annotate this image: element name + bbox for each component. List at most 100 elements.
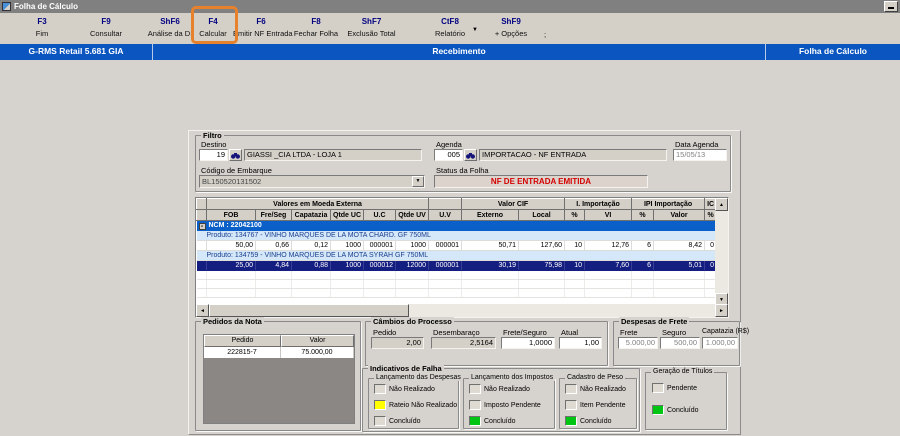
grid-group-header-row: Valores em Moeda Externa Valor CIF I. Im…: [196, 198, 718, 210]
empty-row: [196, 279, 718, 289]
indicator-box: [469, 384, 481, 394]
indicativos-groupbox: Indicativos de Falha Lançamento das Desp…: [362, 364, 640, 432]
geracao-titulos-groupbox: Geração de Títulos Pendente Concluído: [645, 368, 727, 430]
toolbar-button-fim[interactable]: F3 Fim: [10, 17, 74, 38]
workspace: Filtro Destino 19 GIASSI _CIA LTDA - LOJ…: [0, 60, 900, 436]
col-externo[interactable]: Externo: [461, 209, 520, 221]
frete-label: Frete: [620, 328, 638, 337]
indicator-box-green: [469, 416, 481, 426]
scrollbar-thumb[interactable]: [209, 304, 409, 317]
toolbar-button-calcular[interactable]: F4 Calcular: [191, 17, 235, 38]
ncm-label: NCM : 22042100: [208, 221, 262, 229]
screen-label: Folha de Cálculo: [798, 46, 867, 56]
collapse-icon[interactable]: [198, 222, 206, 230]
binoculars-icon: [466, 152, 475, 159]
toolbar-button-relatorio[interactable]: CtF8 Relatório: [424, 17, 476, 38]
col-uv[interactable]: U.V: [428, 209, 463, 221]
seguro-label: Seguro: [662, 328, 687, 337]
group-header-blank: [428, 198, 463, 210]
scroll-up-icon[interactable]: ▲: [715, 198, 728, 211]
col-capatazia[interactable]: Capatazia: [291, 209, 331, 221]
toolbar: F3 Fim F9 Consultar ShF6 Análise da DI F…: [0, 13, 900, 44]
minimize-button[interactable]: [884, 1, 898, 12]
col-freseg[interactable]: Fre/Seg: [255, 209, 292, 221]
app-icon: [2, 2, 11, 11]
toolbar-button-fechar-folha[interactable]: F8 Fechar Folha: [291, 17, 341, 38]
cambios-legend: Câmbios do Processo: [371, 317, 454, 326]
col-valor-ipi[interactable]: Valor: [653, 209, 706, 221]
indicator-nao-realizado: Não Realizado: [565, 384, 626, 394]
col-pct-ii[interactable]: %: [564, 209, 586, 221]
items-grid: Valores em Moeda Externa Valor CIF I. Im…: [195, 197, 729, 318]
col-qtde-uc[interactable]: Qtde UC: [330, 209, 364, 221]
ncm-group-row[interactable]: NCM : 22042100: [196, 220, 717, 231]
cambio-atual-field[interactable]: 1,00: [559, 337, 602, 349]
group-header-valor-cif: Valor CIF: [461, 198, 566, 210]
toolbar-button-exclusao-total[interactable]: ShF7 Exclusão Total: [344, 17, 399, 38]
destino-code-input[interactable]: 19: [199, 149, 228, 161]
list-item[interactable]: 222815-7 75.000,00: [204, 347, 354, 358]
pedidos-groupbox: Pedidos da Nota Pedido Valor 222815-7 75…: [195, 317, 361, 431]
frete-field[interactable]: 5.000,00: [618, 337, 658, 349]
group-header-i-importacao: I. Importação: [564, 198, 633, 210]
filtro-legend: Filtro: [201, 131, 224, 140]
toolbar-button-consultar[interactable]: F9 Consultar: [74, 17, 138, 38]
empty-row: [196, 270, 718, 280]
data-agenda-field[interactable]: 15/05/13: [673, 149, 727, 161]
product-header-row[interactable]: Produto: 134767 - VINHO MARQUES DE LA MO…: [196, 230, 717, 241]
scroll-right-icon[interactable]: ►: [715, 304, 728, 317]
indicator-imposto-pendente: Imposto Pendente: [469, 400, 541, 410]
col-pct-ipi[interactable]: %: [631, 209, 655, 221]
content-panel: Filtro Destino 19 GIASSI _CIA LTDA - LOJ…: [188, 130, 749, 435]
indicator-concluido: Concluído: [565, 416, 612, 426]
chevron-down-icon[interactable]: ▼: [412, 176, 424, 187]
pedidos-col-pedido[interactable]: Pedido: [204, 335, 281, 347]
indicator-box: [374, 384, 386, 394]
window-title: Folha de Cálculo: [14, 2, 79, 11]
scroll-left-icon[interactable]: ◄: [196, 304, 209, 317]
filtro-groupbox: Filtro Destino 19 GIASSI _CIA LTDA - LOJ…: [195, 131, 731, 192]
agenda-code-input[interactable]: 005: [434, 149, 463, 161]
cambio-desembaraco-label: Desembaraço: [433, 328, 480, 337]
app-version-label: G-RMS Retail 5.681 GIA: [0, 44, 153, 60]
cambio-frete-seguro-field[interactable]: 1,0000: [501, 337, 555, 349]
indicator-box: [652, 383, 664, 393]
indicator-box: [565, 400, 577, 410]
col-local[interactable]: Local: [518, 209, 566, 221]
destino-lookup-button[interactable]: [229, 149, 242, 161]
status-folha-badge: NF DE ENTRADA EMITIDA: [434, 175, 648, 188]
agenda-name-field: IMPORTACAO - NF ENTRADA: [479, 149, 667, 161]
pedidos-col-valor[interactable]: Valor: [281, 335, 354, 347]
indicator-box: [469, 400, 481, 410]
pedidos-table: Pedido Valor 222815-7 75.000,00: [203, 334, 355, 424]
codigo-embarque-combobox[interactable]: BL150520131502 ▼: [199, 175, 425, 188]
capatazia-label: Capatazia (R$): [702, 328, 750, 335]
horizontal-scrollbar[interactable]: ◄ ►: [196, 304, 728, 317]
codigo-embarque-value: BL150520131502: [202, 177, 262, 186]
indicator-rateio-nao-realizado: Rateio Não Realizado: [374, 400, 457, 410]
col-qtde-uv[interactable]: Qtde UV: [394, 209, 430, 221]
group-header-ipi-importacao: IPI Importação: [631, 198, 706, 210]
agenda-lookup-button[interactable]: [464, 149, 477, 161]
table-row[interactable]: 50,00 0,66 0,12 1000 000001 1000 000001 …: [196, 240, 718, 251]
data-agenda-label: Data Agenda: [675, 140, 719, 149]
toolbar-button-emitir-nf-entrada[interactable]: F6 Emitir NF Entrada: [233, 17, 293, 38]
chevron-down-icon[interactable]: ▼: [472, 27, 478, 33]
col-fob[interactable]: FOB: [206, 209, 256, 221]
col-vi[interactable]: VI: [584, 209, 633, 221]
module-label: Recebimento: [153, 44, 766, 60]
seguro-field[interactable]: 500,00: [660, 337, 700, 349]
toolbar-separator: ;: [544, 30, 547, 39]
pedidos-legend: Pedidos da Nota: [201, 317, 264, 326]
cambio-desembaraco-field[interactable]: 2,5164: [431, 337, 496, 349]
cambio-pedido-field[interactable]: 2,00: [371, 337, 424, 349]
vertical-scrollbar[interactable]: ▲ ▼: [715, 198, 728, 306]
table-row-selected[interactable]: 25,00 4,84 0,88 1000 000012 12000 000001…: [196, 260, 718, 271]
indicator-concluido: Concluído: [652, 405, 699, 415]
col-uc[interactable]: U.C: [363, 209, 396, 221]
capatazia-field[interactable]: 1.000,00: [702, 337, 738, 349]
toolbar-button-opcoes[interactable]: ShF9 + Opções: [486, 17, 536, 38]
despesas-groupbox: Despesas de Frete Frete 5.000,00 Seguro …: [613, 317, 749, 366]
product-header-row[interactable]: Produto: 134759 - VINHO MARQUES DE LA MO…: [196, 250, 717, 261]
lancamento-despesas-groupbox: Lançamento das Despesas Não Realizado Ra…: [368, 374, 463, 429]
